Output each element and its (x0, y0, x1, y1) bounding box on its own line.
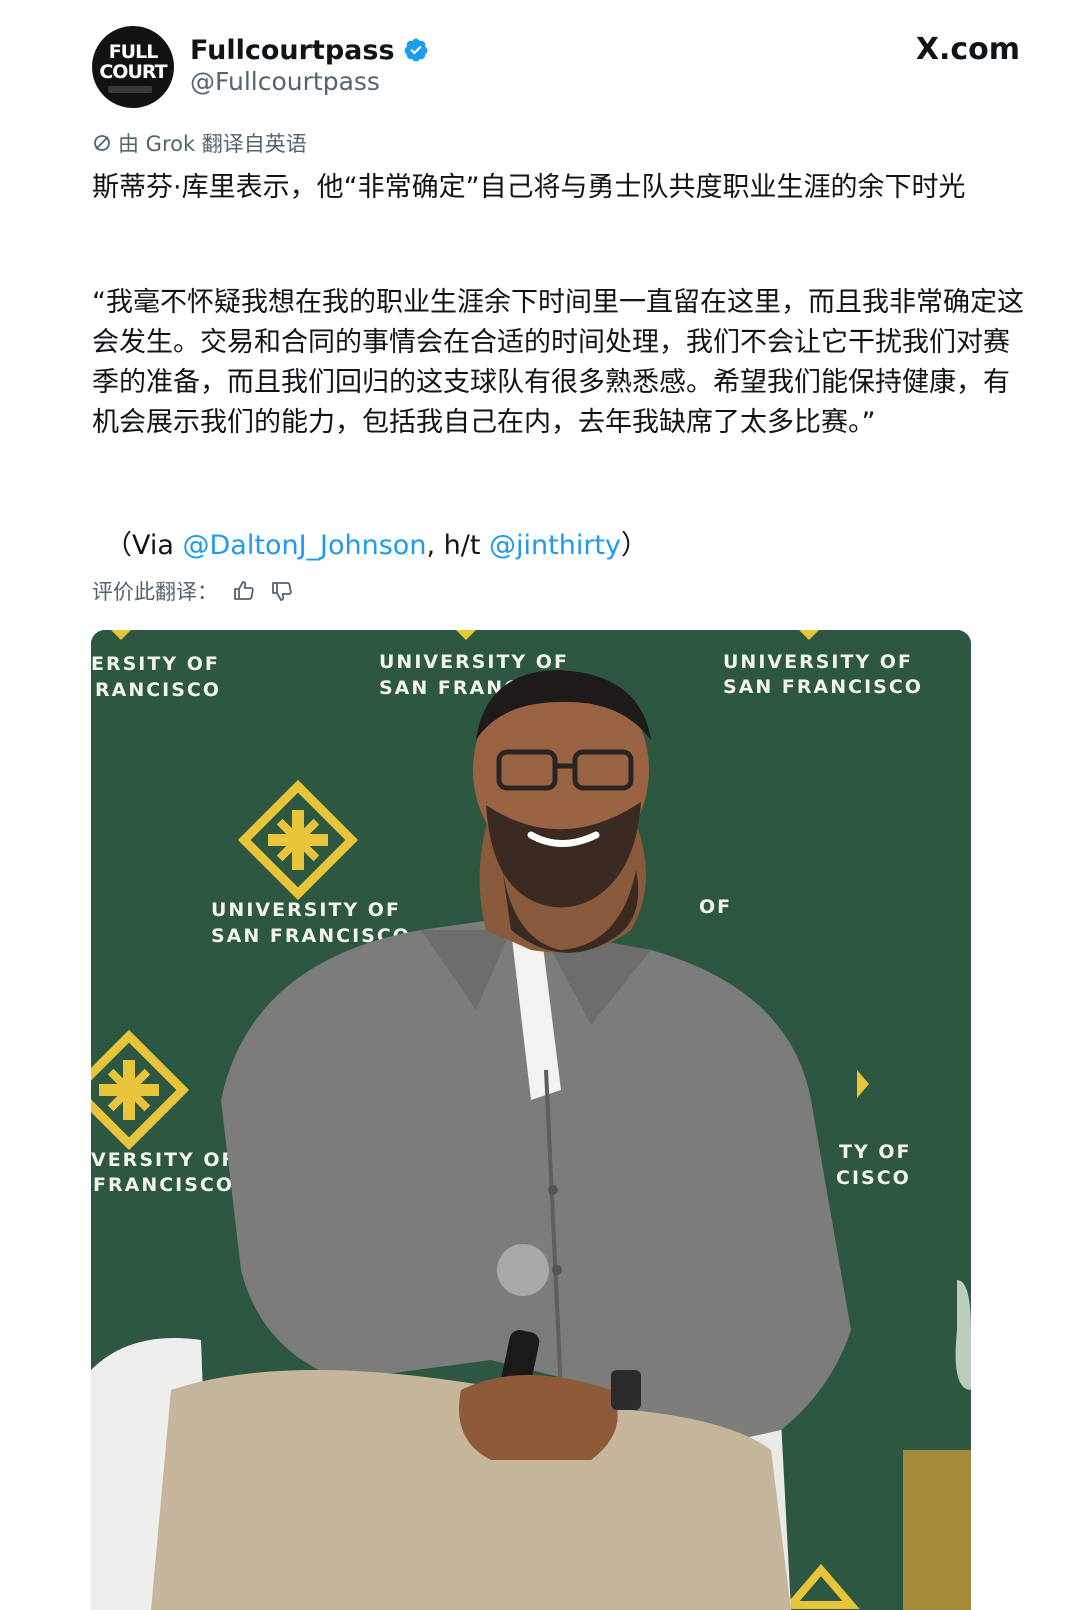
site-label: X.com (915, 32, 1020, 67)
svg-text:UNIVERSITY OF: UNIVERSITY OF (211, 899, 401, 921)
svg-text:ERSITY OF: ERSITY OF (91, 653, 220, 675)
rate-translation: 评价此翻译： (92, 576, 294, 606)
tweet-header: FULL COURT Fullcourtpass @Fullcourtpass … (0, 0, 1080, 120)
svg-text:RANCISCO: RANCISCO (95, 679, 221, 701)
display-name[interactable]: Fullcourtpass (190, 35, 395, 66)
tweet-title-text: 斯蒂芬·库里表示，他“非常确定”自己将与勇士队共度职业生涯的余下时光 (92, 172, 966, 203)
grok-icon (94, 135, 110, 151)
tweet-quote-text: “我毫不怀疑我想在我的职业生涯余下时间里一直留在这里，而且我非常确定这会发生。交… (92, 287, 1024, 438)
translation-notice-text: 由 Grok 翻译自英语 (118, 132, 307, 156)
tweet-photo[interactable]: ERSITY OF RANCISCO UNIVERSITY OF SAN FRA… (91, 630, 971, 1610)
mention-dalton[interactable]: @DaltonJ_Johnson (183, 530, 427, 561)
author-handle[interactable]: @Fullcourtpass (190, 67, 380, 96)
svg-text:FRANCISCO: FRANCISCO (93, 1174, 234, 1196)
tweet-via-line: （Via @DaltonJ_Johnson, h/t @jinthirty） (105, 526, 648, 566)
verified-badge-icon (404, 38, 427, 62)
author-name-row[interactable]: Fullcourtpass (190, 32, 429, 68)
rate-translation-label: 评价此翻译： (92, 580, 218, 604)
backdrop-text-mid-partial: OF (699, 896, 732, 918)
svg-text:SAN FRANCISCO: SAN FRANCISCO (723, 676, 923, 698)
avatar-logo-bar (108, 86, 152, 93)
svg-text:VERSITY OF: VERSITY OF (91, 1149, 237, 1171)
via-prefix: （Via (105, 530, 183, 561)
mention-jinthirty[interactable]: @jinthirty (489, 530, 621, 561)
svg-text:UNIVERSITY OF: UNIVERSITY OF (379, 651, 569, 673)
svg-text:UNIVERSITY OF: UNIVERSITY OF (723, 651, 913, 673)
avatar[interactable]: FULL COURT (92, 26, 174, 108)
photo-illustration: ERSITY OF RANCISCO UNIVERSITY OF SAN FRA… (91, 630, 971, 1610)
via-mid: , h/t (426, 530, 489, 561)
site-watermark: X.com (916, 32, 1020, 67)
via-suffix: ） (620, 530, 648, 561)
svg-text:CISCO: CISCO (836, 1167, 911, 1189)
avatar-logo-line2: COURT (99, 61, 167, 83)
thumbs-down-icon[interactable] (270, 579, 294, 603)
avatar-logo-line1: FULL (108, 41, 159, 63)
translation-notice[interactable]: 由 Grok 翻译自英语 (92, 128, 307, 158)
svg-text:TY OF: TY OF (839, 1141, 911, 1163)
thumbs-up-icon[interactable] (232, 579, 256, 603)
